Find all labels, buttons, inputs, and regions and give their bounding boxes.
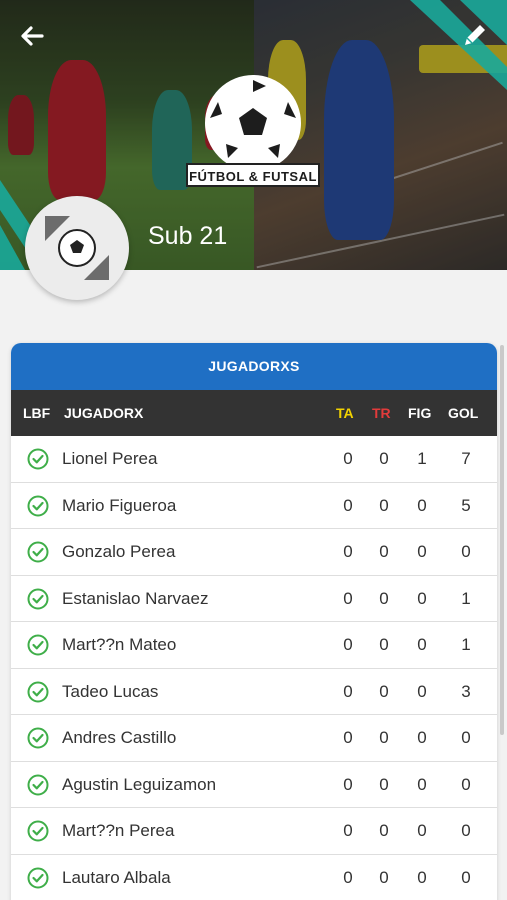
table-row[interactable]: Agustin Leguizamon 0 0 0 0 <box>11 762 497 808</box>
stat-ta: 0 <box>343 728 353 747</box>
check-circle-icon <box>27 820 49 842</box>
table-row[interactable]: Estanislao Narvaez 0 0 0 1 <box>11 576 497 622</box>
arrow-left-icon <box>21 26 44 46</box>
check-circle-icon <box>27 634 49 656</box>
stat-ta: 0 <box>343 449 353 468</box>
column-ta: TA <box>336 405 354 421</box>
check-circle-icon <box>27 681 49 702</box>
table-row[interactable]: Mart??n Mateo 0 0 0 1 <box>11 622 497 669</box>
team-avatar <box>25 196 129 300</box>
stat-fig: 0 <box>417 867 427 887</box>
stat-gol: 0 <box>461 542 471 561</box>
stat-tr: 0 <box>379 774 389 794</box>
table-row[interactable]: Lionel Perea 0 0 1 7 <box>11 436 497 483</box>
players-table: JUGADORXS LBF JUGADORX TA TR FIG GOL Lio… <box>11 343 497 900</box>
check-circle-icon <box>27 495 49 516</box>
stat-tr: 0 <box>379 635 389 654</box>
stat-gol: 7 <box>461 449 471 468</box>
check-circle-icon <box>27 448 49 470</box>
stat-tr: 0 <box>379 588 389 608</box>
scrollbar[interactable] <box>500 345 504 735</box>
stat-fig: 1 <box>417 449 427 468</box>
stat-ta: 0 <box>343 588 353 608</box>
stat-tr: 0 <box>379 681 389 701</box>
stat-fig: 0 <box>417 821 427 840</box>
stat-fig: 0 <box>417 495 427 515</box>
stat-fig: 0 <box>417 635 427 654</box>
player-name: Mario Figueroa <box>62 495 177 515</box>
stat-ta: 0 <box>343 542 353 561</box>
stat-tr: 0 <box>379 821 389 840</box>
stat-ta: 0 <box>343 774 353 794</box>
brand-logo: FÚTBOL & FUTSAL <box>183 75 323 190</box>
player-name: Estanislao Narvaez <box>62 588 209 608</box>
team-crest-icon <box>45 216 109 280</box>
table-column-header: LBF JUGADORX TA TR FIG GOL <box>11 390 497 436</box>
soccer-ball-icon <box>205 75 301 171</box>
column-fig: FIG <box>408 405 432 421</box>
stat-gol: 0 <box>461 821 471 840</box>
stat-fig: 0 <box>417 774 427 794</box>
stat-gol: 1 <box>461 588 471 608</box>
stat-tr: 0 <box>379 542 389 561</box>
stat-ta: 0 <box>343 635 353 654</box>
column-gol: GOL <box>448 405 479 421</box>
stat-gol: 0 <box>461 774 471 794</box>
table-row[interactable]: Mario Figueroa 0 0 0 5 <box>11 483 497 529</box>
edit-button[interactable] <box>460 20 490 50</box>
stat-ta: 0 <box>343 867 353 887</box>
table-row[interactable]: Tadeo Lucas 0 0 0 3 <box>11 669 497 715</box>
player-name: Agustin Leguizamon <box>62 774 217 794</box>
check-circle-icon <box>27 588 49 609</box>
check-circle-icon <box>27 774 49 795</box>
table-row[interactable]: Andres Castillo 0 0 0 0 <box>11 715 497 762</box>
back-button[interactable] <box>18 22 46 50</box>
player-name: Andres Castillo <box>62 728 177 747</box>
player-name: Lionel Perea <box>62 449 158 468</box>
check-circle-icon <box>27 727 49 749</box>
player-name: Mart??n Perea <box>62 821 175 840</box>
stat-gol: 3 <box>461 681 471 701</box>
stat-ta: 0 <box>343 821 353 840</box>
stat-gol: 5 <box>461 495 471 515</box>
column-tr: TR <box>372 405 391 421</box>
stat-tr: 0 <box>379 449 389 468</box>
stat-gol: 1 <box>461 635 471 654</box>
stat-tr: 0 <box>379 867 389 887</box>
stat-fig: 0 <box>417 681 427 701</box>
stat-gol: 0 <box>461 728 471 747</box>
player-name: Mart??n Mateo <box>62 635 177 654</box>
player-name: Lautaro Albala <box>62 867 171 887</box>
stat-ta: 0 <box>343 681 353 701</box>
stat-tr: 0 <box>379 495 389 515</box>
table-row[interactable]: Mart??n Perea 0 0 0 0 <box>11 808 497 855</box>
stat-gol: 0 <box>461 867 471 887</box>
table-row[interactable]: Lautaro Albala 0 0 0 0 <box>11 855 497 900</box>
brand-label: FÚTBOL & FUTSAL <box>186 163 320 187</box>
check-circle-icon <box>27 541 49 563</box>
player-name: Tadeo Lucas <box>62 681 159 701</box>
stat-fig: 0 <box>417 588 427 608</box>
stat-fig: 0 <box>417 542 427 561</box>
stat-tr: 0 <box>379 728 389 747</box>
team-name: Sub 21 <box>148 222 228 250</box>
check-circle-icon <box>27 867 49 888</box>
table-title: JUGADORXS <box>11 343 497 390</box>
stat-ta: 0 <box>343 495 353 515</box>
teal-stripes-right <box>410 0 507 90</box>
column-lbf: LBF <box>23 405 51 421</box>
stat-fig: 0 <box>417 728 427 747</box>
player-name: Gonzalo Perea <box>62 542 176 561</box>
table-row[interactable]: Gonzalo Perea 0 0 0 0 <box>11 529 497 576</box>
pencil-icon <box>465 25 485 45</box>
column-player: JUGADORX <box>64 405 144 421</box>
